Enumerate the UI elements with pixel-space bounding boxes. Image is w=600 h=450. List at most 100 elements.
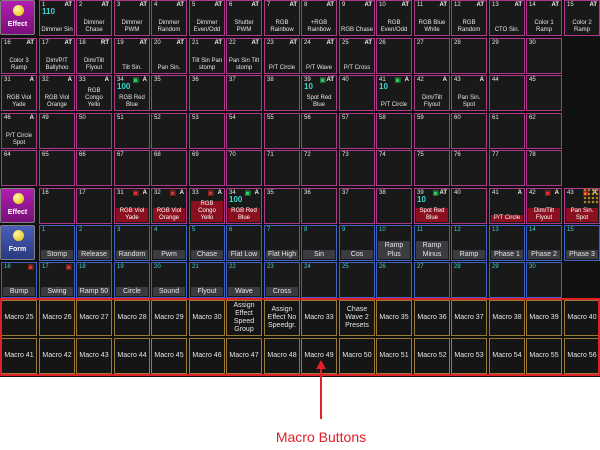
pool-button[interactable]: 38 <box>376 188 412 224</box>
pool-button[interactable]: 78 <box>526 150 562 186</box>
pool-button[interactable]: 75 <box>414 150 450 186</box>
pool-button[interactable]: 21 Flyout <box>189 262 225 298</box>
pool-button[interactable]: 76 <box>451 150 487 186</box>
pool-button[interactable]: 30 <box>526 262 562 298</box>
pool-button[interactable]: 32 A ▣ RGB Viol Orange <box>151 188 187 224</box>
pool-button[interactable]: 28 <box>451 38 487 74</box>
pool-button[interactable]: 18 RT Dim/Tilt Flyout <box>76 38 112 74</box>
pool-button[interactable]: 46 A P/T Circle Spot <box>1 113 37 149</box>
pool-button[interactable]: 66 <box>76 150 112 186</box>
pool-button[interactable]: 18 Ramp 50 <box>76 262 112 298</box>
pool-button[interactable]: 34 A ▣ 100 RGB Red Blue <box>226 188 262 224</box>
pool-button[interactable]: 62 <box>526 113 562 149</box>
pool-button[interactable]: 69 <box>189 150 225 186</box>
pool-button[interactable]: 15 AT Color 2 Ramp <box>564 0 600 36</box>
pool-button[interactable]: 2 AT Dimmer Chase <box>76 0 112 36</box>
pool-button[interactable]: 29 <box>489 38 525 74</box>
effect-pool-header[interactable]: Effect <box>0 0 35 35</box>
pool-button[interactable]: 24 AT P/T Wave <box>301 38 337 74</box>
pool-button[interactable]: 17 ▣ Swing <box>39 262 75 298</box>
pool-button[interactable]: 31 A RGB Viol Yade <box>1 75 37 111</box>
pool-button[interactable]: 20 Sound <box>151 262 187 298</box>
pool-button[interactable]: 16 ▣ Bump <box>1 262 37 298</box>
pool-button[interactable]: 29 <box>489 262 525 298</box>
pool-button[interactable]: 39 AT ▣ 10 Spot Red Blue <box>301 75 337 111</box>
pool-button[interactable]: 22 AT Pan Sin Tilt stomp <box>226 38 262 74</box>
pool-button[interactable]: 14 Phase 2 <box>526 225 562 261</box>
pool-button[interactable]: 37 <box>226 75 262 111</box>
pool-button[interactable]: 8 Sin <box>301 225 337 261</box>
pool-button[interactable]: 58 <box>376 113 412 149</box>
pool-button[interactable]: 50 <box>76 113 112 149</box>
pool-button[interactable]: 14 AT Color 1 Ramp <box>526 0 562 36</box>
pool-button[interactable]: 2 Release <box>76 225 112 261</box>
pool-button[interactable]: 5 AT Dimmer Even/Odd <box>189 0 225 36</box>
pool-button[interactable]: 3 Random <box>114 225 150 261</box>
pool-button[interactable]: 37 <box>339 188 375 224</box>
pool-button[interactable]: 19 Circle <box>114 262 150 298</box>
pool-button[interactable]: 38 <box>264 75 300 111</box>
pool-button[interactable]: 36 <box>301 188 337 224</box>
pool-button[interactable]: 27 <box>414 262 450 298</box>
pool-button[interactable]: 31 A ▣ RGB Viol Yade <box>114 188 150 224</box>
pool-button[interactable]: 10 Ramp Plus <box>376 225 412 261</box>
pool-button[interactable]: 4 AT Dimmer Random <box>151 0 187 36</box>
pool-button[interactable]: 73 <box>339 150 375 186</box>
pool-button[interactable]: 34 A ▣ 100 RGB Red Blue <box>114 75 150 111</box>
pool-button[interactable]: 30 <box>526 38 562 74</box>
pool-button[interactable]: 67 <box>114 150 150 186</box>
pool-button[interactable]: 53 <box>189 113 225 149</box>
pool-button[interactable]: 1 Stomp <box>39 225 75 261</box>
pool-button[interactable]: 68 <box>151 150 187 186</box>
pool-button[interactable]: 12 Ramp <box>451 225 487 261</box>
pool-button[interactable]: 36 <box>189 75 225 111</box>
effect-pool-header[interactable]: Effect <box>0 188 35 223</box>
pool-button[interactable]: 6 AT Shutter PWM <box>226 0 262 36</box>
pool-button[interactable]: 21 AT Tilt Sin Pan stomp <box>189 38 225 74</box>
pool-button[interactable]: 44 <box>489 75 525 111</box>
pool-button[interactable]: 28 <box>451 262 487 298</box>
pool-button[interactable]: 57 <box>339 113 375 149</box>
pool-button[interactable]: 71 <box>264 150 300 186</box>
pool-button[interactable]: 9 AT RGB Chase <box>339 0 375 36</box>
pool-button[interactable]: 23 Cross <box>264 262 300 298</box>
pool-button[interactable]: 17 AT Dim/P/T Ballyhoo <box>39 38 75 74</box>
pool-button[interactable]: 25 <box>339 262 375 298</box>
pool-button[interactable]: 65 <box>39 150 75 186</box>
pool-button[interactable]: 19 AT Tilt Sin. <box>114 38 150 74</box>
pool-button[interactable]: 16 AT Color 3 Ramp <box>1 38 37 74</box>
pool-button[interactable]: 52 <box>151 113 187 149</box>
pool-button[interactable]: 11 Ramp Minus <box>414 225 450 261</box>
pool-button[interactable]: 13 Phase 1 <box>489 225 525 261</box>
pool-button[interactable]: 22 Wave <box>226 262 262 298</box>
pool-button[interactable]: 15 Phase 3 <box>564 225 600 261</box>
pool-button[interactable]: 33 A RGB Congo Yello <box>76 75 112 111</box>
pool-button[interactable]: 35 <box>264 188 300 224</box>
pool-button[interactable]: 24 <box>301 262 337 298</box>
pool-button[interactable]: 54 <box>226 113 262 149</box>
pool-button[interactable]: 42 A Dim/Tilt Flyout <box>414 75 450 111</box>
pool-button[interactable]: 26 <box>376 262 412 298</box>
pool-button[interactable]: 16 <box>39 188 75 224</box>
form-pool-header[interactable]: Form <box>0 225 35 260</box>
pool-button[interactable]: 40 <box>339 75 375 111</box>
pool-button[interactable]: 6 Flat Low <box>226 225 262 261</box>
pool-button[interactable]: 40 <box>451 188 487 224</box>
pool-button[interactable]: 11 AT RGB Blue White <box>414 0 450 36</box>
pool-button[interactable]: 3 AT Dimmer PWM <box>114 0 150 36</box>
pool-button[interactable]: 41 A P/T Circle <box>489 188 525 224</box>
pool-button[interactable]: 33 A ▣ RGB Congo Yello <box>189 188 225 224</box>
pool-button[interactable]: 35 <box>151 75 187 111</box>
pool-button[interactable]: 8 AT +RGB Rainbow <box>301 0 337 36</box>
pool-button[interactable]: 61 <box>489 113 525 149</box>
pool-button[interactable]: 27 <box>414 38 450 74</box>
pool-button[interactable]: 60 <box>451 113 487 149</box>
pool-button[interactable]: 26 <box>376 38 412 74</box>
pool-button[interactable]: 43 A Pan Sin. Spot <box>451 75 487 111</box>
pool-button[interactable]: 70 <box>226 150 262 186</box>
pool-button[interactable]: 7 AT RGB Rainbow <box>264 0 300 36</box>
pool-button[interactable]: 13 AT CTO Sin. <box>489 0 525 36</box>
pool-button[interactable]: 74 <box>376 150 412 186</box>
pool-button[interactable]: 17 <box>76 188 112 224</box>
pool-button[interactable]: 51 <box>114 113 150 149</box>
